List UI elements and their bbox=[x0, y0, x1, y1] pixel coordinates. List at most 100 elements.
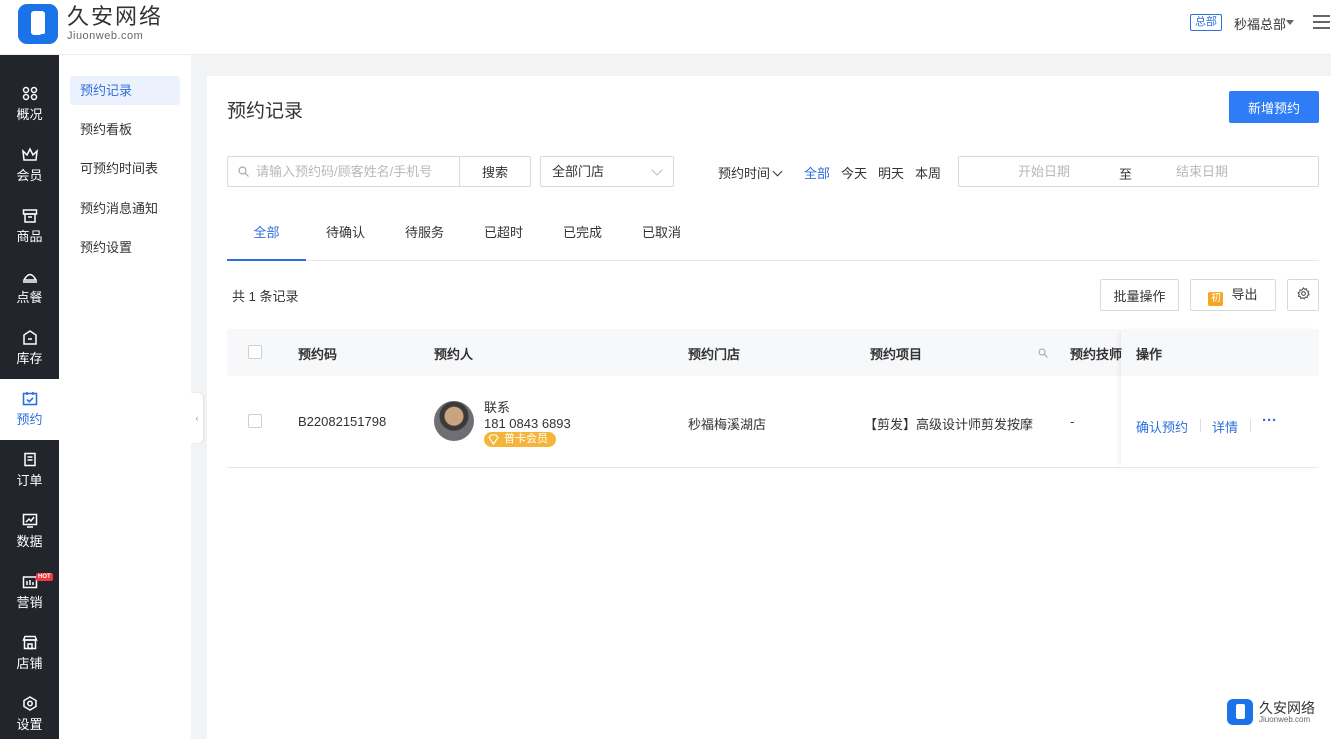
sidebar-item-settings[interactable]: 设置 bbox=[0, 684, 59, 739]
shop-icon bbox=[21, 635, 38, 650]
batch-operation-button[interactable]: 批量操作 bbox=[1100, 279, 1179, 311]
export-button[interactable]: 初导出 bbox=[1190, 279, 1276, 311]
brand-domain: Jiuonweb.com bbox=[67, 30, 144, 42]
sidebar-item-label: 预约 bbox=[16, 412, 43, 427]
quick-range-tomorrow[interactable]: 明天 bbox=[878, 163, 904, 182]
brand-logo[interactable]: 久安网络 Jiuonweb.com bbox=[18, 4, 163, 44]
sidebar-item-label: 设置 bbox=[16, 717, 43, 732]
sidebar-item-member[interactable]: 会员 bbox=[0, 135, 59, 196]
record-count: 共 1 条记录 bbox=[232, 289, 299, 304]
header-code: 预约码 bbox=[298, 347, 338, 362]
sidebar-item-ordering[interactable]: 点餐 bbox=[0, 257, 59, 318]
grid-icon bbox=[22, 86, 37, 101]
submenu-item-schedule[interactable]: 可预约时间表 bbox=[70, 154, 180, 183]
filter-search-icon[interactable] bbox=[1038, 348, 1048, 358]
chevron-down-icon bbox=[651, 164, 663, 176]
org-switcher[interactable]: 秒福总部 bbox=[1234, 14, 1286, 33]
sidebar-item-label: 点餐 bbox=[16, 290, 43, 305]
detail-link[interactable]: 详情 bbox=[1212, 417, 1238, 436]
sidebar-item-shop[interactable]: 店铺 bbox=[0, 623, 59, 684]
confirm-reservation-link[interactable]: 确认预约 bbox=[1136, 417, 1188, 436]
sidebar-item-label: 数据 bbox=[16, 534, 43, 549]
search-button[interactable]: 搜索 bbox=[459, 156, 531, 187]
search-input[interactable] bbox=[256, 157, 456, 186]
crown-icon bbox=[21, 147, 38, 161]
customer-phone: 181 0843 6893 bbox=[484, 416, 571, 431]
start-date-input[interactable] bbox=[984, 157, 1104, 186]
header-item: 预约项目 bbox=[870, 347, 923, 362]
quick-range-week[interactable]: 本周 bbox=[915, 163, 941, 182]
store-select-value: 全部门店 bbox=[552, 164, 605, 179]
chevron-left-icon: ‹ bbox=[195, 413, 199, 423]
watermark-logo: 久安网络 Jiuonweb.com bbox=[1227, 699, 1315, 725]
divider bbox=[1200, 419, 1201, 432]
caret-down-icon[interactable] bbox=[1286, 20, 1294, 25]
header-ops: 操作 bbox=[1136, 347, 1163, 362]
document-icon bbox=[23, 452, 36, 467]
select-all-checkbox[interactable] bbox=[248, 345, 262, 359]
quick-range-today[interactable]: 今天 bbox=[841, 163, 867, 182]
sidebar-item-reservation[interactable]: 预约 bbox=[0, 379, 59, 440]
submenu-item-records[interactable]: 预约记录 bbox=[70, 76, 180, 105]
search-field[interactable] bbox=[227, 156, 460, 187]
sidebar-item-label: 营销 bbox=[16, 595, 43, 610]
gear-icon bbox=[1296, 287, 1310, 300]
divider bbox=[1250, 419, 1251, 432]
hamburger-menu-icon[interactable] bbox=[1313, 15, 1330, 29]
tab-all[interactable]: 全部 bbox=[227, 221, 306, 261]
search-icon bbox=[238, 166, 249, 177]
sidebar-item-overview[interactable]: 概况 bbox=[0, 74, 59, 135]
sidebar-item-goods[interactable]: 商品 bbox=[0, 196, 59, 257]
sidebar-item-marketing[interactable]: HOT 营销 bbox=[0, 562, 59, 623]
store-select[interactable]: 全部门店 bbox=[540, 156, 674, 187]
tab-pending-service[interactable]: 待服务 bbox=[398, 221, 451, 261]
tab-completed[interactable]: 已完成 bbox=[556, 221, 609, 261]
watermark-brand-name: 久安网络 bbox=[1259, 699, 1315, 716]
store-name: 秒福梅溪湖店 bbox=[688, 417, 767, 432]
store-box-icon bbox=[22, 209, 37, 223]
diamond-icon bbox=[488, 434, 499, 445]
date-range-separator: 至 bbox=[1119, 167, 1133, 182]
page-title: 预约记录 bbox=[227, 101, 304, 122]
submenu-item-board[interactable]: 预约看板 bbox=[70, 115, 180, 144]
collapse-submenu-handle[interactable]: ‹ bbox=[191, 393, 203, 443]
header-technician: 预约技师 bbox=[1070, 347, 1123, 362]
date-range-picker[interactable]: 至 bbox=[958, 156, 1319, 187]
customer-name: 联系 bbox=[484, 400, 511, 415]
tab-cancelled[interactable]: 已取消 bbox=[635, 221, 688, 261]
sidebar-item-label: 概况 bbox=[16, 107, 43, 122]
tab-overdue[interactable]: 已超时 bbox=[477, 221, 530, 261]
time-type-dropdown[interactable]: 预约时间 bbox=[718, 163, 783, 182]
logo-mark-icon bbox=[1227, 699, 1253, 725]
hot-badge: HOT bbox=[36, 573, 53, 581]
sidebar-item-orders[interactable]: 订单 bbox=[0, 440, 59, 501]
chevron-down-icon bbox=[772, 166, 783, 177]
row-checkbox[interactable] bbox=[248, 414, 262, 428]
ops-column: 操作 确认预约 详情 ··· bbox=[1121, 329, 1319, 468]
time-type-label: 预约时间 bbox=[718, 166, 771, 181]
main-content-card: 预约记录 新增预约 搜索 全部门店 预约时间 全部 今天 明天 本周 至 全部 … bbox=[207, 76, 1331, 739]
sidebar-item-data[interactable]: 数据 bbox=[0, 501, 59, 562]
calendar-check-icon bbox=[22, 392, 37, 406]
tab-pending-confirm[interactable]: 待确认 bbox=[319, 221, 372, 261]
avatar bbox=[434, 401, 474, 441]
add-reservation-button[interactable]: 新增预约 bbox=[1229, 91, 1319, 123]
sidebar-item-label: 库存 bbox=[16, 351, 43, 366]
sidebar-item-label: 商品 bbox=[16, 229, 43, 244]
brand-name: 久安网络 bbox=[67, 4, 164, 29]
service-item: 【剪发】高级设计师剪发按摩 bbox=[864, 417, 1034, 432]
reservation-code: B22082151798 bbox=[298, 414, 387, 429]
quick-range-all[interactable]: 全部 bbox=[804, 163, 830, 182]
top-header: 久安网络 Jiuonweb.com 总部 秒福总部 bbox=[0, 0, 1331, 55]
submenu-item-settings[interactable]: 预约设置 bbox=[70, 233, 180, 262]
column-settings-button[interactable] bbox=[1287, 279, 1319, 311]
more-actions-icon[interactable]: ··· bbox=[1262, 412, 1277, 429]
header-person: 预约人 bbox=[434, 347, 474, 362]
cloche-icon bbox=[22, 273, 37, 283]
settings-icon bbox=[22, 696, 37, 711]
end-date-input[interactable] bbox=[1142, 157, 1262, 186]
sidebar-item-inventory[interactable]: 库存 bbox=[0, 318, 59, 379]
watermark-brand-domain: Jiuonweb.com bbox=[1259, 714, 1311, 724]
submenu-item-notifications[interactable]: 预约消息通知 bbox=[70, 194, 180, 223]
main-sidebar: 概况 会员 商品 点餐 库存 预约 订单 数据 HOT 营销 店铺 设置 bbox=[0, 55, 59, 739]
